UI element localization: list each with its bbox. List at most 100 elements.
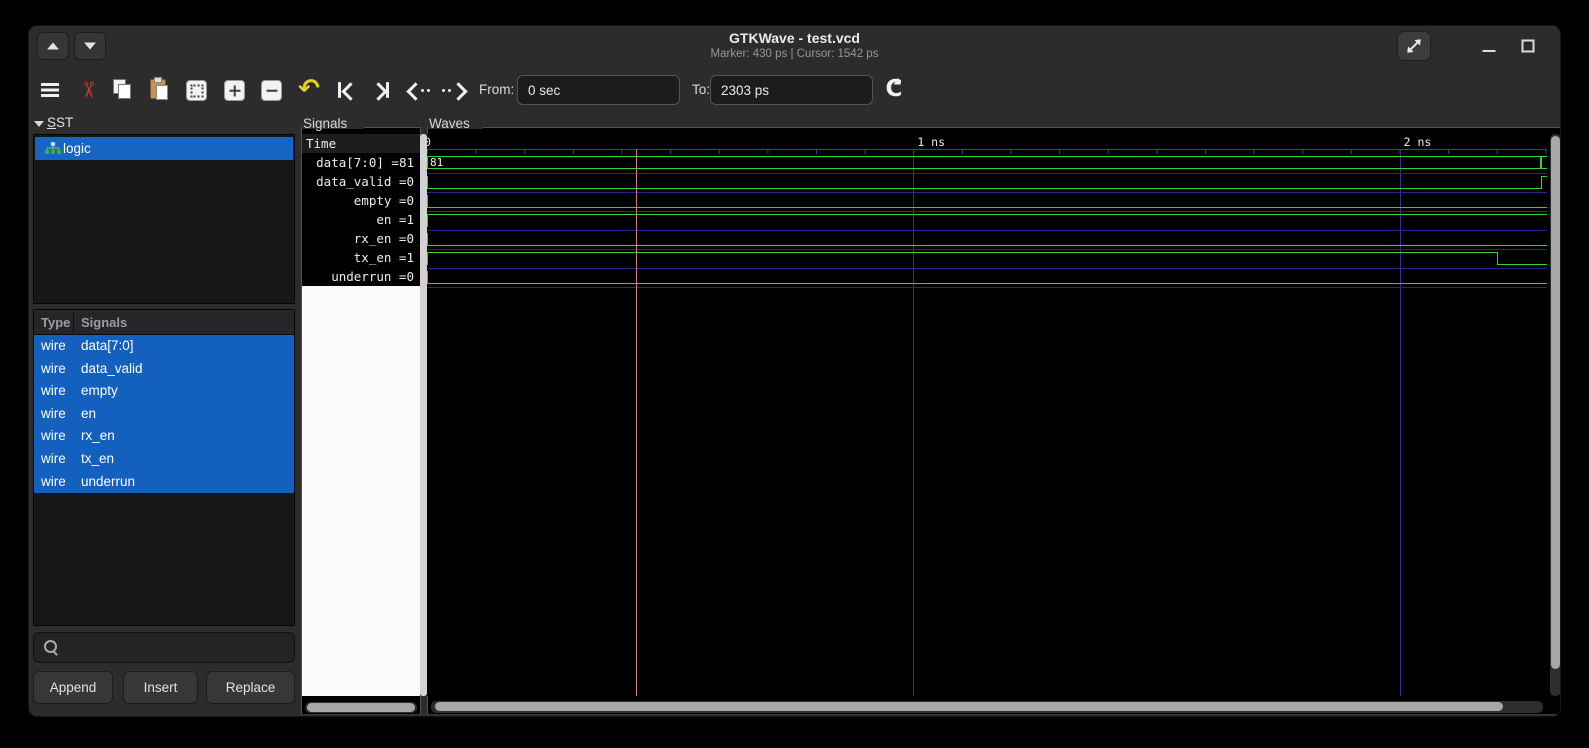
wave-trace-bit[interactable] [427, 193, 1547, 212]
bus-segment [1541, 156, 1547, 169]
sst-expander-icon[interactable] [34, 121, 44, 127]
to-label: To: [692, 66, 710, 114]
table-row[interactable]: wire underrun [34, 471, 294, 494]
reload-button[interactable]: C [880, 76, 908, 104]
replace-button[interactable]: Replace [206, 671, 295, 704]
wave-canvas[interactable]: 01 ns2 ns 81 [427, 134, 1547, 696]
signal-name-entry[interactable]: underrun =0 [302, 267, 420, 286]
title-block: GTKWave - test.vcd Marker: 430 ps | Curs… [711, 30, 879, 62]
wave-trace-bit[interactable] [427, 231, 1547, 250]
bit-transition [427, 252, 428, 265]
tree-item-logic[interactable]: logic [35, 137, 293, 160]
signal-name-entry[interactable]: data[7:0] =81 [302, 153, 420, 172]
find-prev-edge-button[interactable] [404, 76, 432, 104]
waves-hscrollbar[interactable] [431, 701, 1543, 713]
to-input[interactable] [710, 75, 873, 105]
minimize-icon [1483, 50, 1496, 52]
wave-trace-bit[interactable] [427, 269, 1547, 288]
window-title: GTKWave - test.vcd [711, 30, 879, 47]
signal-name-entry[interactable]: data_valid =0 [302, 172, 420, 191]
column-type[interactable]: Type [41, 310, 70, 335]
time-header[interactable]: Time [302, 134, 420, 153]
waves-vscrollbar[interactable] [1550, 134, 1561, 696]
signal-name-entry[interactable]: tx_en =1 [302, 248, 420, 267]
screenshot: GTKWave - test.vcd Marker: 430 ps | Curs… [0, 0, 1589, 748]
zoom-in-button[interactable] [220, 76, 248, 104]
bit-transition [427, 214, 428, 227]
cell-type: wire [41, 471, 66, 494]
ruler-tick-label: 0 [427, 135, 431, 149]
signals-hscrollbar[interactable] [305, 702, 417, 713]
cell-type: wire [41, 335, 66, 358]
sst-tree: logic [33, 134, 295, 304]
cut-button[interactable]: ✂ [73, 76, 101, 104]
table-row[interactable]: wireen [34, 403, 294, 426]
signal-name-entry[interactable]: empty =0 [302, 191, 420, 210]
cell-type: wire [41, 448, 66, 471]
append-button[interactable]: Append [33, 671, 113, 704]
wave-trace-bit[interactable] [427, 212, 1547, 231]
marker-line[interactable] [636, 149, 637, 696]
paste-button[interactable] [145, 76, 173, 104]
from-input[interactable] [517, 75, 680, 105]
column-signals[interactable]: Signals [81, 310, 127, 335]
dots-icon [421, 89, 424, 92]
cell-signal-name: data_valid [81, 358, 143, 381]
minimize-button[interactable] [1475, 32, 1503, 60]
close-button[interactable] [1555, 32, 1561, 60]
wave-trace-bus[interactable]: 81 [427, 155, 1547, 174]
up-arrow-icon [47, 43, 59, 50]
sst-label: SST [47, 115, 73, 130]
find-next-edge-button[interactable] [439, 76, 467, 104]
timeline-ruler[interactable]: 01 ns2 ns [427, 134, 1547, 150]
table-row[interactable]: wiretx_en [34, 448, 294, 471]
cell-signal-name: underrun [81, 471, 135, 494]
table-row[interactable]: wiredata[7:0] [34, 335, 294, 358]
bus-segment: 81 [427, 156, 1541, 169]
table-row[interactable]: wirerx_en [34, 425, 294, 448]
maximize-icon [1522, 40, 1535, 53]
insert-button[interactable]: Insert [123, 671, 198, 704]
signal-name-entry[interactable]: en =1 [302, 210, 420, 229]
signal-table: Type Signals wiredata[7:0]wiredata_valid… [33, 309, 295, 626]
nav-down-button[interactable] [74, 32, 106, 60]
signals-panel-label: Signals [303, 116, 347, 131]
wave-trace-bit[interactable] [427, 174, 1547, 193]
bit-level-line [1497, 264, 1547, 265]
signal-search[interactable] [33, 632, 295, 663]
copy-button[interactable] [108, 76, 136, 104]
table-row[interactable]: wireempty [34, 380, 294, 403]
pane-divider[interactable] [420, 134, 427, 696]
bit-level-line [427, 283, 1547, 284]
scissors-icon: ✂ [73, 76, 101, 104]
expand-icon [1408, 40, 1420, 52]
zoom-undo-button[interactable]: ↶ [295, 76, 323, 104]
column-divider[interactable] [73, 312, 74, 333]
toolbar: ✂ ↶ From: To: C [29, 66, 1560, 114]
down-arrow-icon [84, 43, 96, 50]
maximize-button[interactable] [1514, 32, 1542, 60]
scrollbar-thumb[interactable] [307, 703, 415, 712]
wave-trace-bit[interactable] [427, 250, 1547, 269]
search-input[interactable] [62, 634, 286, 663]
scrollbar-thumb[interactable] [435, 702, 1503, 711]
clipboard-icon [154, 77, 162, 83]
nav-up-button[interactable] [37, 32, 69, 60]
bar-left-icon [338, 82, 341, 98]
cell-signal-name: empty [81, 380, 118, 403]
bit-transition [427, 195, 428, 208]
zoom-to-end-button[interactable] [365, 76, 393, 104]
signal-list-empty-area[interactable] [302, 286, 420, 696]
bit-transition [427, 176, 428, 189]
fullscreen-button[interactable] [1397, 31, 1431, 61]
table-row[interactable]: wiredata_valid [34, 358, 294, 381]
bar-right-icon [386, 82, 389, 98]
menu-button[interactable] [36, 76, 64, 104]
zoom-to-start-button[interactable] [333, 76, 361, 104]
signal-name-entry[interactable]: rx_en =0 [302, 229, 420, 248]
scrollbar-thumb[interactable] [1551, 136, 1560, 669]
table-header[interactable]: Type Signals [34, 310, 294, 335]
waves-panel-label: Waves [429, 116, 470, 131]
zoom-out-button[interactable] [257, 76, 285, 104]
zoom-fit-button[interactable] [182, 76, 210, 104]
